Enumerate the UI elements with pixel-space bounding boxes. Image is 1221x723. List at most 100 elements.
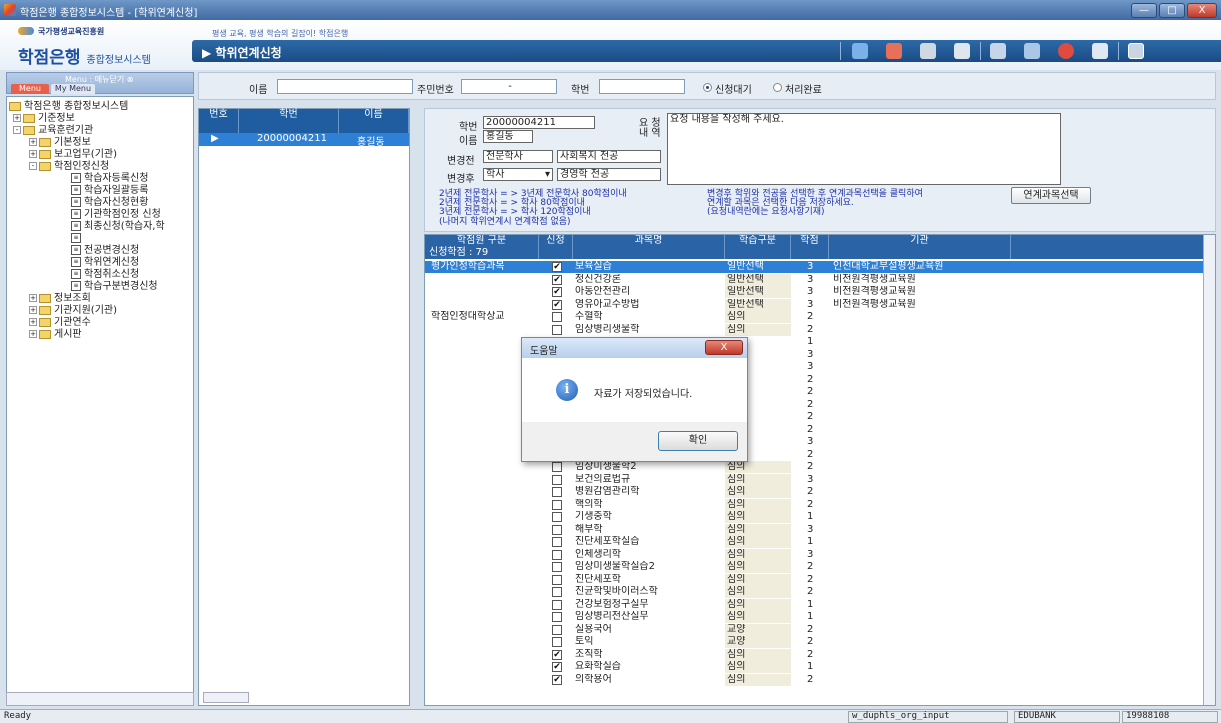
tree-item-board[interactable]: + 게시판 [29,329,82,341]
apply-checkbox[interactable] [552,512,562,522]
grid-vertical-scrollbar[interactable] [1203,235,1215,705]
detail-hakbun-field[interactable]: 20000004211 [483,116,595,129]
apply-checkbox[interactable] [552,487,562,497]
table-row[interactable]: 진단세포학 심의 2 [425,573,1205,586]
apply-checkbox[interactable] [552,574,562,585]
expand-icon[interactable]: + [29,294,37,302]
radio-pending[interactable] [703,83,712,92]
chevron-down-icon[interactable]: ▾ [545,169,550,180]
close-window-icon[interactable] [1128,43,1144,59]
detail-name-field[interactable]: 홍길동 [483,130,533,143]
ok-button[interactable]: 확인 [658,431,738,451]
collapse-icon[interactable]: - [29,162,37,170]
table-row[interactable]: 진균학및바이러스학 심의 2 [425,586,1205,598]
apply-checkbox[interactable]: ✔ [552,262,562,272]
tab-my-menu[interactable]: My Menu [51,84,95,94]
expand-icon[interactable]: + [29,150,37,158]
tree-item-report[interactable]: + 보고업무(기관) [29,149,117,161]
hakbun-input[interactable] [599,79,685,94]
table-row[interactable]: 해부학 심의 3 [425,523,1205,536]
tree-item-support[interactable]: + 기관지원(기관) [29,305,117,317]
apply-checkbox[interactable] [552,312,562,322]
collapse-icon[interactable]: - [13,126,21,134]
jumin-input[interactable]: - [461,79,557,94]
apply-checkbox[interactable] [552,474,562,485]
monitor-icon[interactable] [1024,43,1040,59]
close-button[interactable]: X [1187,3,1217,18]
tree-leaf[interactable]: ≡ 학습자일괄등록 [71,185,148,197]
home-icon[interactable] [920,43,936,59]
tree-leaf[interactable]: ≡ [71,233,84,245]
back-icon[interactable] [852,43,868,59]
expand-icon[interactable]: + [29,330,37,338]
tree-horizontal-scrollbar[interactable] [6,692,194,706]
radio-done[interactable] [773,83,782,92]
apply-checkbox[interactable]: ✔ [552,662,562,672]
table-row[interactable]: ✔ 요화학실습 심의 1 [425,661,1205,673]
apply-checkbox[interactable]: ✔ [552,649,562,660]
table-row[interactable]: 임상병리생물학 심의 2 [425,323,1205,336]
apply-checkbox[interactable]: ✔ [552,287,562,297]
table-row[interactable]: ✔ 정신건강론 일반선택 3 비전원격평생교육원 [425,273,1205,286]
tree-item-basic[interactable]: + 기본정보 [29,137,91,149]
table-row[interactable]: ✔ 의학용어 심의 2 [425,673,1205,686]
apply-checkbox[interactable]: ✔ [552,674,562,685]
tree-leaf[interactable]: ≡ 학습자등록신청 [71,173,148,185]
tree-leaf[interactable]: ≡ 기관학점인정 신청 [71,209,161,221]
table-row[interactable]: 임상미생물학2 심의 2 [425,461,1205,473]
request-textarea[interactable]: 요청 내용을 작성해 주세요. [667,113,1061,185]
table-row[interactable]: ▶ 20000004211 홍길동 [199,133,409,148]
table-row[interactable]: 학점인정대학상교 수혈학 심의 2 [425,311,1205,323]
expand-icon[interactable]: + [29,318,37,326]
apply-checkbox[interactable]: ✔ [552,274,562,285]
tree-leaf[interactable]: ≡ 전공변경신청 [71,245,139,257]
apply-checkbox[interactable] [552,612,562,622]
print-icon[interactable] [990,43,1006,59]
tree-leaf[interactable]: ≡ 학습자신청현황 [71,197,148,209]
apply-checkbox[interactable] [552,587,562,597]
apply-checkbox[interactable] [552,562,562,572]
apply-checkbox[interactable] [552,499,562,510]
tree-root[interactable]: 학점은행 종합정보시스템 [9,101,128,113]
table-row[interactable]: 토익 교양 2 [425,636,1205,648]
apply-checkbox[interactable] [552,599,562,610]
minimize-button[interactable]: — [1131,3,1157,18]
help-icon[interactable] [1058,43,1074,59]
table-row[interactable]: 인체생리학 심의 3 [425,548,1205,561]
dialog-close-button[interactable]: X [705,340,743,355]
list-horizontal-scrollbar[interactable] [203,692,249,703]
table-row[interactable]: 기생충학 심의 1 [425,511,1205,523]
table-row[interactable]: ✔ 아동안전관리 일반선택 3 비전원격평생교육원 [425,286,1205,298]
table-row[interactable]: 실용국어 교양 2 [425,623,1205,636]
tree-item-base-info[interactable]: + 기준정보 [13,113,75,125]
name-input[interactable] [277,79,413,94]
exit-icon[interactable] [1092,43,1108,59]
tree-item-institution[interactable]: - 교육훈련기관 [13,125,93,137]
expand-icon[interactable]: + [29,138,37,146]
apply-checkbox[interactable] [552,624,562,635]
table-row[interactable]: ✔ 조직학 심의 2 [425,648,1205,661]
apply-checkbox[interactable] [552,637,562,647]
expand-icon[interactable]: + [13,114,21,122]
table-row[interactable]: ✔ 영유아교수방법 일반선택 3 비전원격평생교육원 [425,298,1205,311]
after-degree-select[interactable]: 학사 ▾ [483,168,553,181]
table-row[interactable]: 핵의학 심의 2 [425,498,1205,511]
table-row[interactable]: 건강보험청구실무 심의 1 [425,598,1205,611]
apply-checkbox[interactable] [552,324,562,335]
maximize-button[interactable]: □ [1159,3,1185,18]
link-course-select-button[interactable]: 연계과목선택 [1011,187,1091,204]
table-row[interactable]: 임상미생물학실습2 심의 2 [425,561,1205,573]
apply-checkbox[interactable] [552,549,562,560]
apply-checkbox[interactable] [552,462,562,472]
tree-leaf[interactable]: ≡ 학습구분변경신청 [71,281,158,293]
tree-item-info-query[interactable]: + 정보조회 [29,293,91,305]
tree-leaf[interactable]: ≡ 최종신청(학습자,학 [71,221,165,233]
tab-menu[interactable]: Menu [11,84,49,94]
table-row[interactable]: 병원감염관리학 심의 2 [425,486,1205,498]
table-row[interactable]: 평가인정학습과목 ✔ 보육실습 일반선택 3 인천대학교부설평생교육원 [425,261,1205,273]
table-row[interactable]: 임상병리전산실무 심의 1 [425,611,1205,623]
expand-icon[interactable]: + [29,306,37,314]
tree-leaf[interactable]: ≡ 학위연계신청 [71,257,139,269]
apply-checkbox[interactable] [552,537,562,547]
table-row[interactable]: 보건의료법규 심의 3 [425,473,1205,486]
